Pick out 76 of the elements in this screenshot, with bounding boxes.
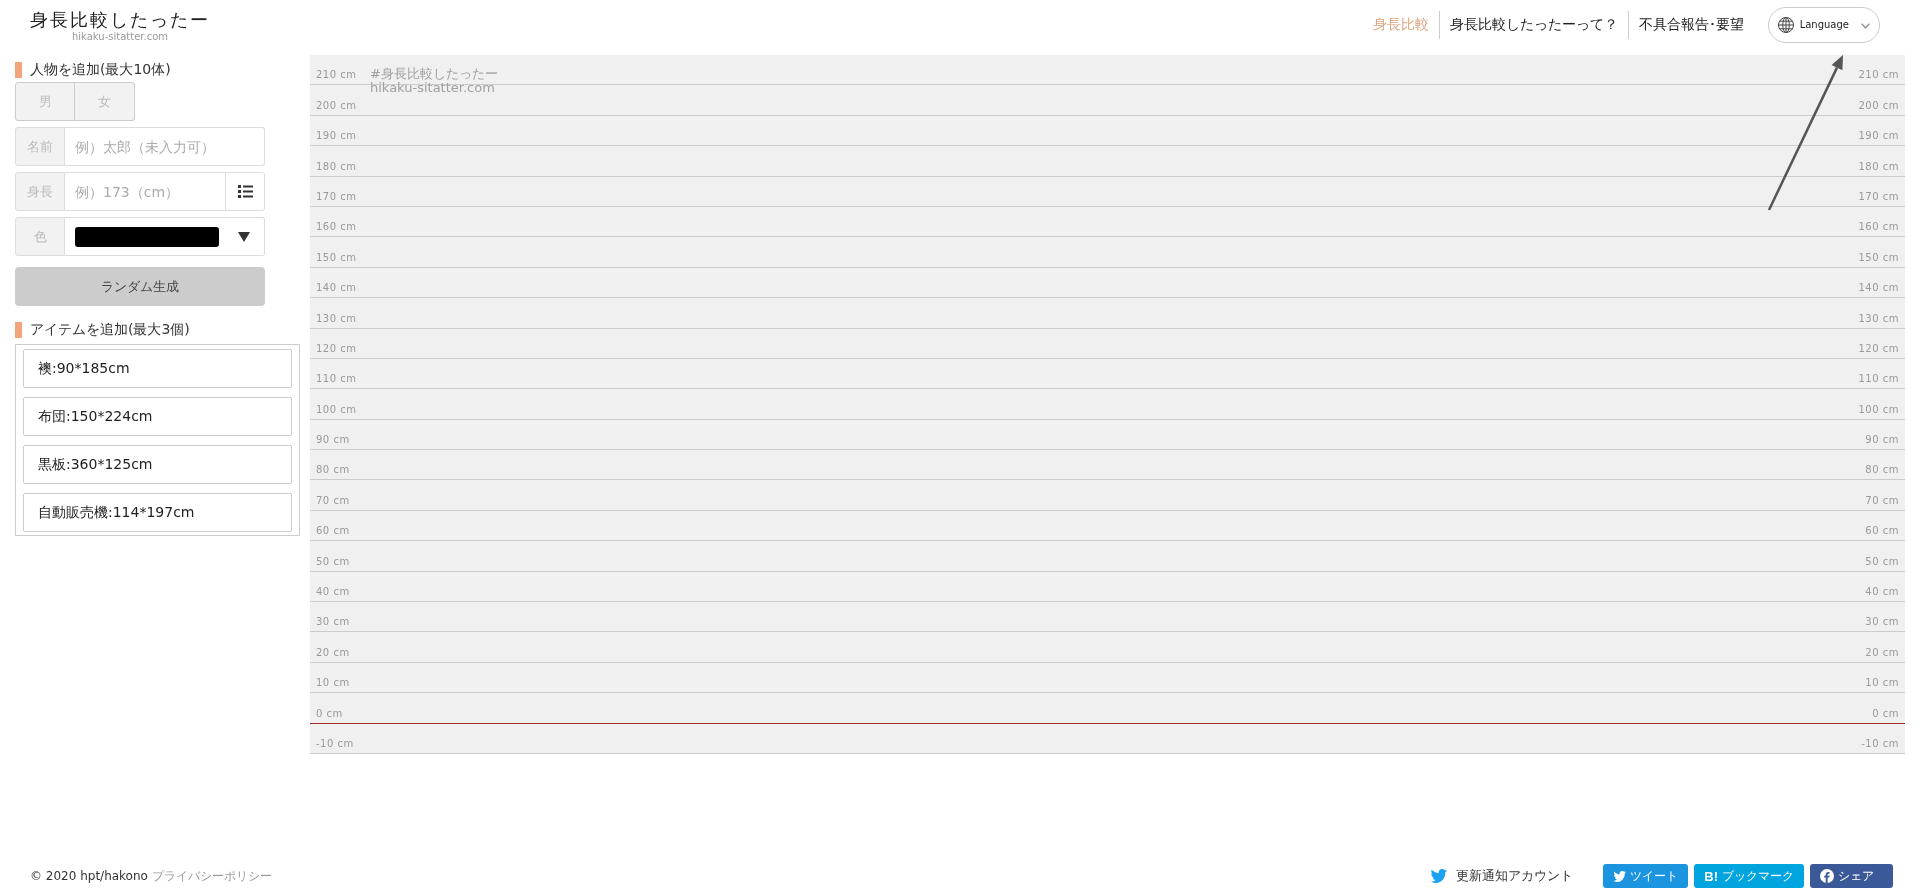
scale-label: 180 cm <box>1858 160 1899 172</box>
preset-list-button[interactable] <box>225 172 265 211</box>
section-heading: アイテムを追加(最大3個) <box>30 321 190 339</box>
scale-label: 130 cm <box>1858 312 1899 324</box>
scale-label: 140 cm <box>316 282 357 294</box>
list-icon <box>237 185 253 198</box>
scale-label: 30 cm <box>316 616 350 628</box>
caret-icon <box>238 231 250 242</box>
language-button[interactable]: Language <box>1767 6 1880 43</box>
scale-label: 70 cm <box>1865 494 1899 506</box>
facebook-icon <box>1820 869 1834 883</box>
scale-label: 160 cm <box>1858 221 1899 233</box>
scale-label: 200 cm <box>316 99 357 111</box>
scale-label: 0 cm <box>316 707 343 719</box>
scale-label: 50 cm <box>316 555 350 567</box>
scale-label: 90 cm <box>316 434 350 446</box>
share-button[interactable]: シェア <box>1810 864 1893 888</box>
scale-label: 120 cm <box>316 342 357 354</box>
chart-watermark-text: hikaku-sitatter.com <box>370 81 495 95</box>
scale-label: 190 cm <box>1858 130 1899 142</box>
scale-label: 80 cm <box>316 464 350 476</box>
scale-label: 20 cm <box>316 646 350 658</box>
scale-label: 70 cm <box>316 494 350 506</box>
globe-icon <box>1777 16 1794 33</box>
heading-bar-icon <box>15 62 22 78</box>
scale-label: 140 cm <box>1858 282 1899 294</box>
scale-label: 110 cm <box>316 373 357 385</box>
scale-label: 150 cm <box>1858 251 1899 263</box>
scale-label: 190 cm <box>316 130 357 142</box>
bird-icon <box>1613 870 1627 882</box>
random-generate-button[interactable]: ランダム生成 <box>15 267 265 306</box>
scale-label: 210 cm <box>1858 69 1899 81</box>
scale-label: 20 cm <box>1865 646 1899 658</box>
scale-label: 0 cm <box>1872 707 1899 719</box>
section-heading: 人物を追加(最大10体) <box>30 61 171 79</box>
scale-label: 10 cm <box>316 677 350 689</box>
height-field[interactable]: 例）173（cm） <box>65 172 226 211</box>
scale-label: 50 cm <box>1865 555 1899 567</box>
name-field[interactable]: 例）太郎（未入力可） <box>65 127 265 166</box>
scale-label: -10 cm <box>1861 738 1899 749</box>
scale-label: 170 cm <box>1858 190 1899 202</box>
follow-account-link[interactable]: 更新通知アカウント <box>1430 867 1574 885</box>
scale-label: 160 cm <box>316 221 357 233</box>
bird-icon <box>1430 869 1448 883</box>
scale-label: 90 cm <box>1865 434 1899 446</box>
item-button[interactable]: 襖:90*185cm <box>23 349 292 388</box>
scale-label: 10 cm <box>1865 677 1899 689</box>
item-button[interactable]: 黒板:360*125cm <box>23 445 292 484</box>
chevron-down-icon <box>1861 23 1870 29</box>
nav-link[interactable]: 不具合報告･要望 <box>1628 15 1754 34</box>
site-url-text: hikaku-sitatter.com <box>71 31 169 43</box>
scale-label: 60 cm <box>316 525 350 537</box>
scale-label: 40 cm <box>316 586 350 598</box>
scale-label: 80 cm <box>1865 464 1899 476</box>
color-select[interactable] <box>65 217 265 256</box>
item-button[interactable]: 布団:150*224cm <box>23 397 292 436</box>
scale-label: 30 cm <box>1865 616 1899 628</box>
copyright-text: © 2020 hpt/hakono <box>30 869 148 883</box>
scale-label: 110 cm <box>1858 373 1899 385</box>
scale-label: 100 cm <box>1858 403 1899 415</box>
site-title[interactable]: 身長比較したったー <box>30 9 210 31</box>
heading-bar-icon <box>15 322 22 338</box>
scale-label: -10 cm <box>316 738 354 749</box>
scale-label: 100 cm <box>316 403 357 415</box>
scale-label: 40 cm <box>1865 586 1899 598</box>
scale-label: 120 cm <box>1858 342 1899 354</box>
scale-label: 150 cm <box>316 251 357 263</box>
scale-label: 180 cm <box>316 160 357 172</box>
nav-link[interactable]: 身長比較したったーって？ <box>1439 15 1628 34</box>
chart-watermark-text: #身長比較したったー <box>370 67 498 81</box>
scale-label: 200 cm <box>1858 99 1899 111</box>
scale-label: 60 cm <box>1865 525 1899 537</box>
scale-label: 210 cm <box>316 69 357 81</box>
scale-label: 130 cm <box>316 312 357 324</box>
scale-label: 170 cm <box>316 190 357 202</box>
item-button[interactable]: 自動販売機:114*197cm <box>23 493 292 532</box>
